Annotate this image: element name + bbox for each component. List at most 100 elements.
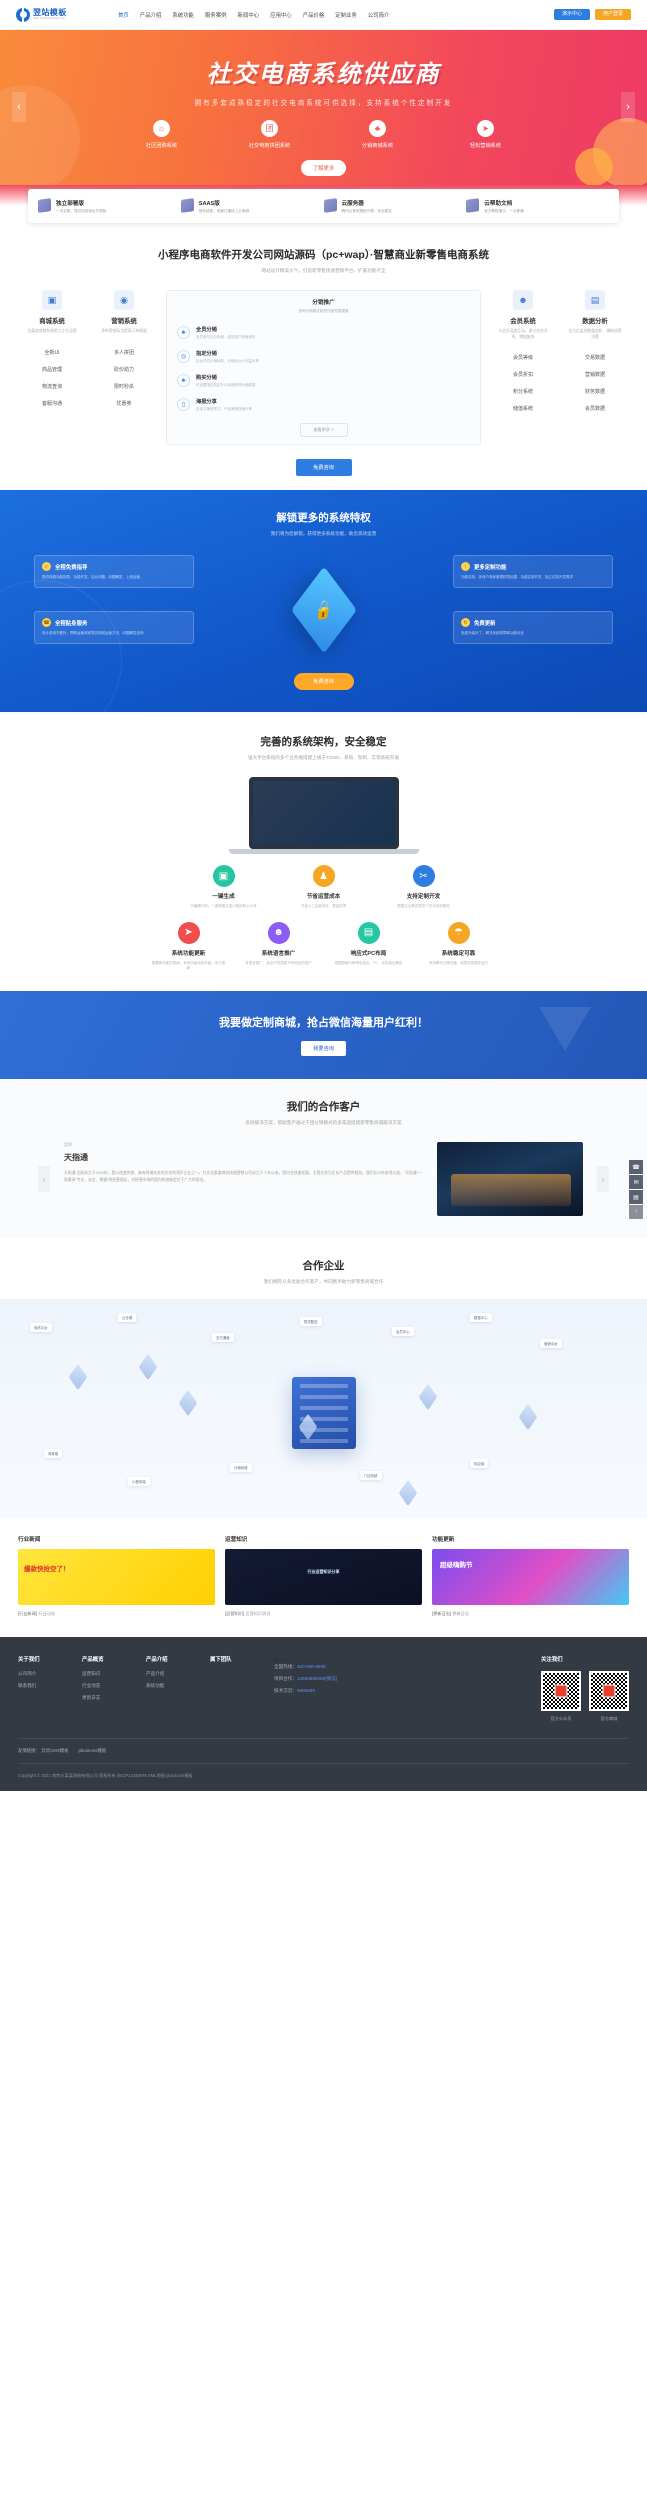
distribution-row-2[interactable]: ♣ 购买分销 可设置指定购买什么商品获得分销权限 (174, 369, 473, 393)
friend-link[interactable]: pbootcms模板 (79, 1748, 107, 1753)
nav-item-0[interactable]: 首页 (118, 11, 129, 19)
phone-icon[interactable]: ☎ (629, 1160, 643, 1174)
hero-feature-2[interactable]: ♣ 分销商城系统 (350, 120, 406, 149)
privilege-card-title: 全程免费指导 (55, 564, 88, 571)
version-item-1[interactable]: SAAS版 按年续费，快速打通线上云商城 (180, 198, 324, 214)
nav-item-8[interactable]: 公司简介 (368, 11, 390, 19)
news-card[interactable]: 行业运营知识分享 (225, 1549, 422, 1605)
product-feature-item[interactable]: 会员等级 (487, 349, 559, 366)
news-column-heading: 行业新闻 (18, 1537, 41, 1543)
customers-next-arrow[interactable]: › (597, 1166, 609, 1192)
product-feature-item[interactable]: 全新UI (16, 344, 88, 361)
hero-feature-1[interactable]: 团 社交电商拼团系统 (242, 120, 298, 149)
footer-link[interactable]: 系统功能 (146, 1683, 192, 1689)
nav-item-3[interactable]: 服务案例 (205, 11, 227, 19)
product-column-1: ◉ 营销系统 多种营销玩法提高订单销量 多人拼团 砍价助力 限时秒杀 优惠券 (88, 290, 160, 412)
partner-node-5[interactable]: 数据中心 (470, 1313, 492, 1322)
product-feature-item[interactable]: 商品管理 (16, 361, 88, 378)
product-feature-item[interactable]: 物流查询 (16, 378, 88, 395)
product-feature-item[interactable]: 交易数据 (559, 349, 631, 366)
product-feature-item[interactable]: 客服沟通 (16, 395, 88, 412)
privilege-card-title: 全程贴身服务 (55, 620, 88, 627)
product-feature-item[interactable]: 储值系统 (487, 400, 559, 417)
news-card[interactable]: 爆款快抢空了！ (18, 1549, 215, 1605)
news-meta[interactable]: [更新日志] 更新日志 (432, 1611, 629, 1617)
nav-item-7[interactable]: 定制业务 (335, 11, 357, 19)
architecture-item-1[interactable]: ♟ 节省运营成本 节省人工运营成本，提高效率 (287, 865, 361, 909)
contact-value[interactable]: 8888888 (297, 1688, 315, 1693)
privilege-card-1[interactable]: ↑ 更多定制功能 功能定制、多商户商家管理权限设置、功能定制开发、独立定制开发需… (453, 555, 613, 588)
distribution-row-1[interactable]: ◎ 指定分销 后台开启分销特权，分销合伙人利益优享 (174, 345, 473, 369)
partner-node-1[interactable]: 云仓储 (118, 1313, 137, 1322)
distribution-row-0[interactable]: ♣ 全员分销 全员参与社交电商，促进用户快速增长 (174, 321, 473, 345)
privilege-card-3[interactable]: ↻ 免费更新 免费升级补丁、解决系统故障和功能优化 (453, 611, 613, 644)
partner-node-4[interactable]: 会员中心 (392, 1327, 414, 1336)
architecture-item-5[interactable]: ▤ 响应式PC布局 根据屏幕分辨率自适应，PC、手机端全兼容 (332, 921, 406, 972)
footer-link[interactable]: 产品介绍 (146, 1671, 192, 1677)
product-consult-button[interactable]: 免费咨询 (295, 459, 352, 477)
product-feature-item[interactable]: 会员折扣 (487, 366, 559, 383)
distribution-row-3[interactable]: ▯ 海报分享 自定义海报样式，产品海报快速分享 (174, 393, 473, 417)
footer-link[interactable]: 运营知识 (82, 1671, 128, 1677)
customers-prev-arrow[interactable]: ‹ (38, 1166, 50, 1192)
privilege-card-0[interactable]: ✓ 全程免费指导 提供商城功能指导、功能开发、后台问题、问题解答、上线运营 (34, 555, 194, 588)
contact-value[interactable]: 13588888888(微信) (297, 1676, 337, 1681)
privilege-card-2[interactable]: ☎ 全程贴身服务 设计费用不额外，帮助运营商家提供商城运营方法、问题解答咨询 (34, 611, 194, 644)
nav-item-1[interactable]: 产品介绍 (140, 11, 162, 19)
version-item-3[interactable]: 云帮助文档 官方教程演示，一点即通 (466, 198, 609, 214)
partner-node-9[interactable]: 分销商城 (230, 1463, 252, 1472)
user-login-button[interactable]: 用户登录 (594, 9, 631, 20)
partner-node-8[interactable]: 小程序端 (128, 1477, 150, 1486)
footer-link[interactable]: 公司简介 (18, 1671, 64, 1677)
hero-feature-3[interactable]: ➤ 轻松营销系统 (458, 120, 514, 149)
privilege-consult-button[interactable]: 免费咨询 (293, 673, 354, 691)
hero-feature-0[interactable]: ⌂ 社区团购系统 (134, 120, 190, 149)
partner-node-3[interactable]: 物流配送 (300, 1317, 322, 1326)
architecture-item-3[interactable]: ➤ 系统功能更新 随着新功能的更新，系统功能持续升级，永久更新 (152, 921, 226, 972)
friend-link[interactable]: 云优CMS模板 (41, 1748, 68, 1753)
mail-icon[interactable]: ✉ (629, 1175, 643, 1189)
partner-node-10[interactable]: 门店系统 (360, 1471, 382, 1480)
hero-next-arrow[interactable]: › (621, 92, 635, 122)
hero-prev-arrow[interactable]: ‹ (12, 92, 26, 122)
hero-learn-more-button[interactable]: 了解更多 (300, 160, 347, 176)
partner-node-7[interactable]: 商家端 (44, 1449, 63, 1458)
product-feature-item[interactable]: 砍价助力 (88, 361, 160, 378)
footer-link[interactable]: 更新日志 (82, 1695, 128, 1701)
product-feature-item[interactable]: 积分系统 (487, 383, 559, 400)
partner-node-2[interactable]: 支付通道 (212, 1333, 234, 1342)
news-card[interactable]: 超级嗨购节 (432, 1549, 629, 1605)
footer-column-heading: 产品介绍 (146, 1657, 168, 1663)
cta-consult-button[interactable]: 我要咨询 (301, 1041, 346, 1056)
news-meta[interactable]: [运营知识] 运营知识测试 (225, 1611, 422, 1617)
architecture-item-2[interactable]: ✂ 支持定制开发 根据企业需求提供个性化定制服务 (387, 865, 461, 909)
version-title: 独立部署版 (56, 200, 84, 207)
qr-icon[interactable]: ▤ (629, 1190, 643, 1204)
partner-node-0[interactable]: 电商平台 (30, 1323, 52, 1332)
partner-node-11[interactable]: 供应链 (470, 1459, 489, 1468)
architecture-item-6[interactable]: ☂ 系统稳定可靠 采用腾讯云服务器，保障系统稳定运行 (422, 921, 496, 972)
product-feature-item[interactable]: 财务数据 (559, 383, 631, 400)
footer-link[interactable]: 联系我们 (18, 1683, 64, 1689)
architecture-item-0[interactable]: ▣ 一键生成 不编辑代码，一键快速生成小程序和公众号 (187, 865, 261, 909)
nav-item-6[interactable]: 产品价格 (303, 11, 325, 19)
product-feature-item[interactable]: 多人拼团 (88, 344, 160, 361)
product-feature-item[interactable]: 限时秒杀 (88, 378, 160, 395)
distribution-more-button[interactable]: 查看更多 > (299, 423, 348, 438)
footer-link[interactable]: 行业动态 (82, 1683, 128, 1689)
version-item-2[interactable]: 云服务器 腾讯云官网授权代理，安全稳定 (323, 198, 467, 214)
nav-item-4[interactable]: 新闻中心 (238, 11, 260, 19)
version-item-0[interactable]: 独立部署版 一次买断，提供加密版及开源版 (38, 198, 181, 214)
nav-item-5[interactable]: 应用中心 (270, 11, 292, 19)
product-feature-item[interactable]: 优惠券 (88, 395, 160, 412)
news-meta[interactable]: [行业新闻] 行业动态 (18, 1611, 215, 1617)
contact-value[interactable]: 400-888-8888 (297, 1664, 326, 1669)
back-to-top-icon[interactable]: ↑ (629, 1205, 643, 1219)
logo[interactable]: 翌站模板 www.huzhanmuban.com (16, 7, 108, 22)
demo-center-button[interactable]: 演示中心 (553, 9, 590, 20)
partner-node-6[interactable]: 营销中台 (540, 1339, 562, 1348)
architecture-item-4[interactable]: ☻ 系统语言推广 多语言推广，适合不同国家不同地区的用户 (242, 921, 316, 972)
nav-item-2[interactable]: 系统功能 (172, 11, 194, 19)
product-feature-item[interactable]: 营销数据 (559, 366, 631, 383)
product-feature-item[interactable]: 会员数据 (559, 400, 631, 417)
